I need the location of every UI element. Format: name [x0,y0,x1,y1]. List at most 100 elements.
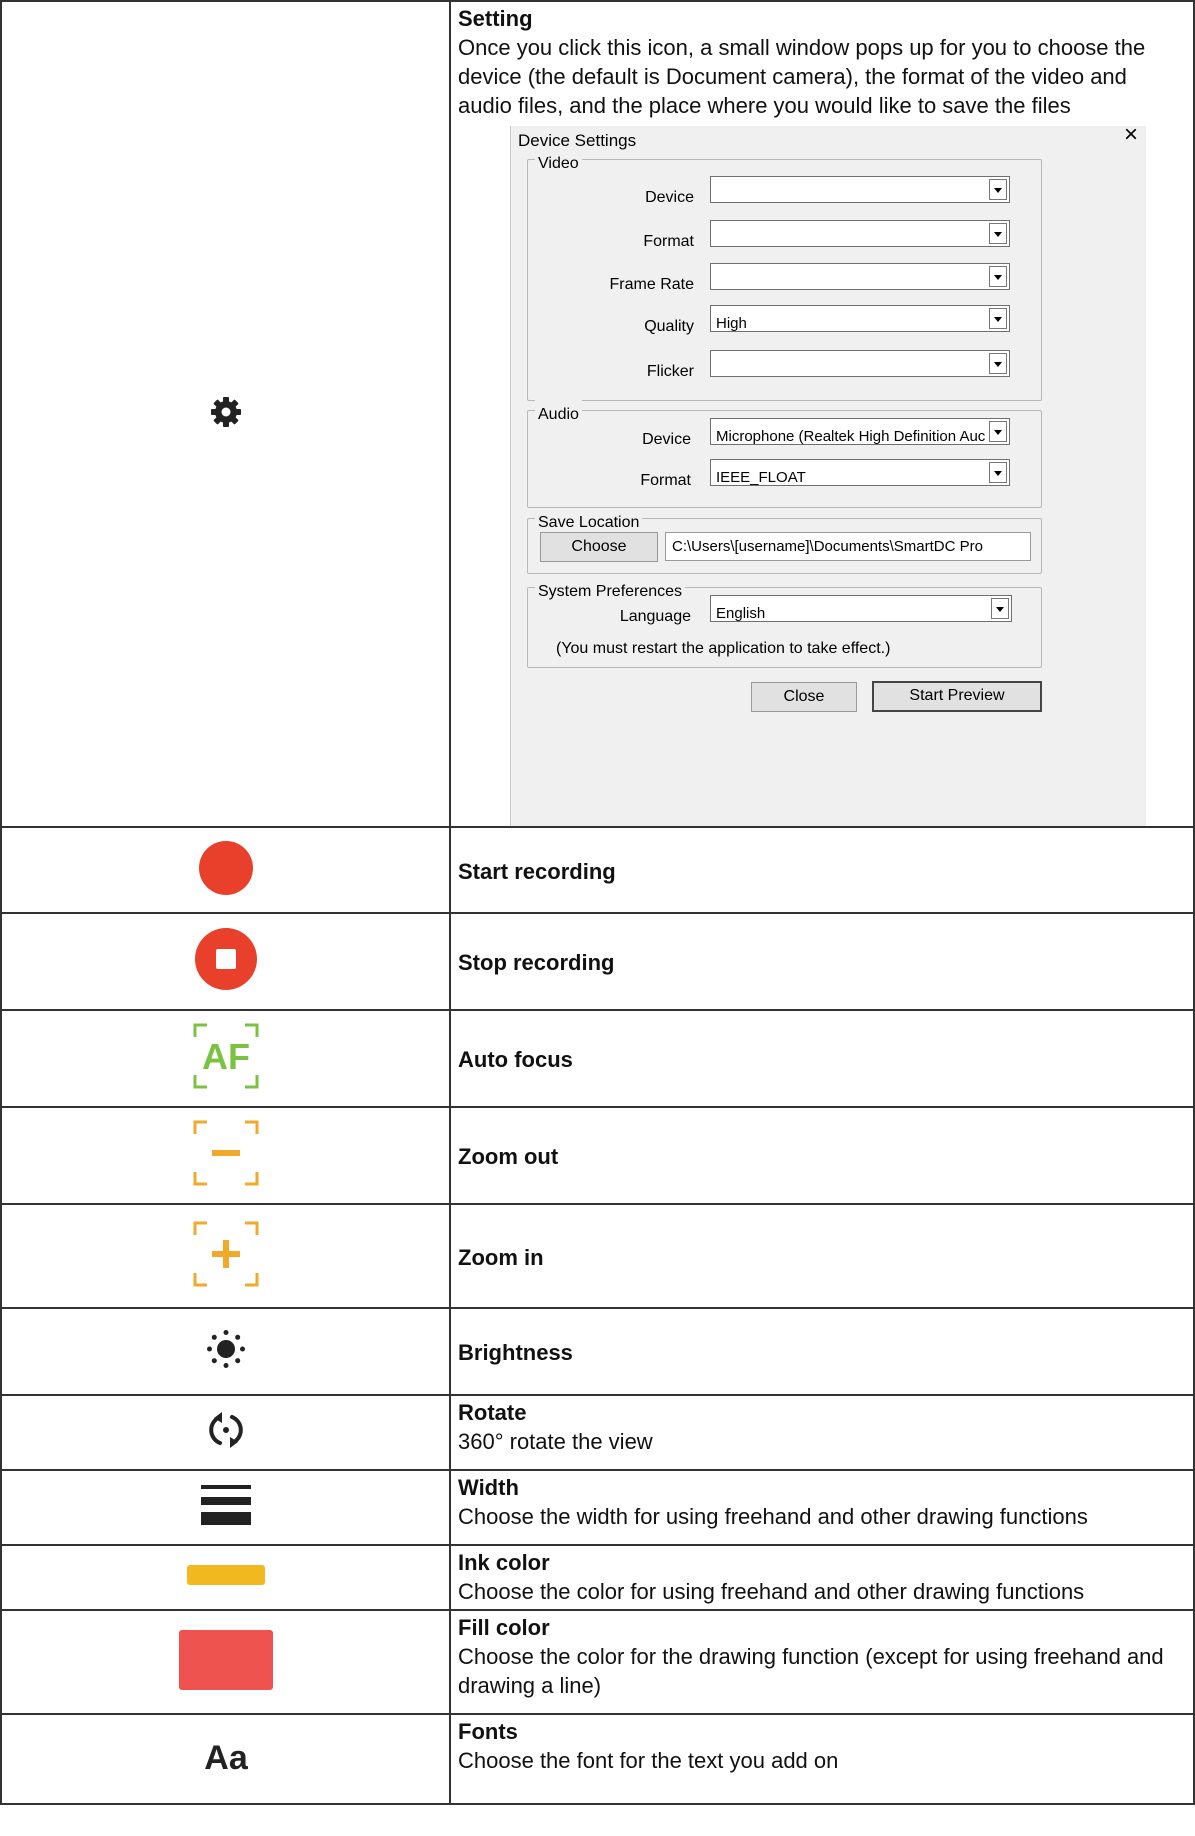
rotate-icon [206,1412,246,1453]
row-title: Setting [458,6,533,31]
svg-text:AF: AF [202,1036,250,1077]
start-preview-button[interactable]: Start Preview [872,681,1042,712]
text-cell: Fonts Choose the font for the text you a… [449,1713,1195,1805]
chevron-down-icon [989,308,1007,329]
icon-cell [0,1307,451,1396]
table-row: Zoom in [0,1203,1195,1309]
icon-cell: Aa [0,1713,451,1805]
table-row: Brightness [0,1307,1195,1396]
row-title: Auto focus [458,1047,573,1072]
gear-icon [210,396,242,433]
row-title: Stop recording [458,950,615,975]
width-icon [200,1483,251,1532]
chevron-down-icon [991,598,1009,619]
row-title: Fonts [458,1719,518,1744]
row-title: Fill color [458,1615,550,1640]
restart-note: (You must restart the application to tak… [556,640,891,657]
record-icon [198,840,254,901]
table-row: Start recording [0,826,1195,914]
table-row: Rotate 360° rotate the view [0,1394,1195,1471]
quality-select[interactable]: High [710,305,1010,332]
row-description: Choose the width for using freehand and … [458,1504,1088,1529]
table-row: Zoom out [0,1106,1195,1205]
icon-cell [0,1394,451,1471]
row-title: Brightness [458,1340,573,1365]
text-cell: Rotate 360° rotate the view [449,1394,1195,1471]
flicker-label: Flicker [646,363,694,380]
row-title: Zoom out [458,1144,559,1169]
video-group-label: Video [535,149,582,178]
row-description: 360° rotate the view [458,1429,653,1454]
table-row: Setting Once you click this icon, a smal… [0,0,1195,828]
fill-color-icon [178,1629,273,1695]
text-cell: Auto focus [449,1009,1195,1108]
table-row: Width Choose the width for using freehan… [0,1469,1195,1546]
close-button[interactable]: Close [751,682,857,712]
row-title: Ink color [458,1550,550,1575]
save-path-field[interactable]: C:\Users\[username]\Documents\SmartDC Pr… [665,532,1031,561]
row-description: Once you click this icon, a small window… [458,35,1146,118]
choose-button[interactable]: Choose [540,532,658,562]
feature-table: Setting Once you click this icon, a smal… [0,0,1195,1805]
icon-cell: AF [0,1009,451,1108]
row-title: Zoom in [458,1244,544,1270]
row-title: Width [458,1475,519,1500]
stop-icon [194,927,258,996]
chevron-down-icon [989,421,1007,442]
icon-cell [0,826,451,914]
text-cell: Brightness [449,1307,1195,1396]
frame-rate-select[interactable] [710,263,1010,290]
text-cell: Start recording [449,826,1195,914]
text-cell: Width Choose the width for using freehan… [449,1469,1195,1546]
audio-device-select[interactable]: Microphone (Realtek High Definition Auc [710,418,1010,445]
auto-focus-icon: AF [193,1023,259,1094]
quality-label: Quality [644,318,694,335]
table-row: Stop recording [0,912,1195,1011]
row-description: Choose the color for using freehand and … [458,1579,1085,1604]
zoom-out-icon [193,1120,259,1191]
icon-cell [0,1544,451,1611]
device-settings-dialog: Device Settings × Video Device Format Fr… [510,122,1146,826]
icon-cell [0,0,451,828]
audio-format-label: Format [640,472,691,489]
icon-cell [0,1469,451,1546]
chevron-down-icon [989,353,1007,374]
text-cell: Stop recording [449,912,1195,1011]
frame-rate-label: Frame Rate [609,276,694,293]
chevron-down-icon [989,223,1007,244]
text-cell: Zoom in [449,1203,1195,1309]
audio-device-label: Device [642,431,691,448]
language-label: Language [619,608,691,625]
table-row: Aa Fonts Choose the font for the text yo… [0,1713,1195,1805]
svg-text:Aa: Aa [204,1739,249,1777]
chevron-down-icon [989,179,1007,200]
chevron-down-icon [989,462,1007,483]
language-select[interactable]: English [710,595,1012,622]
chevron-down-icon [989,266,1007,287]
zoom-in-icon [193,1221,259,1292]
audio-format-select[interactable]: IEEE_FLOAT [710,459,1010,486]
video-format-select[interactable] [710,220,1010,247]
close-icon[interactable]: × [1124,122,1138,148]
table-row: AF Auto focus [0,1009,1195,1108]
row-title: Start recording [458,858,616,884]
icon-cell [0,1106,451,1205]
icon-cell [0,912,451,1011]
text-cell: Zoom out [449,1106,1195,1205]
row-title: Rotate [458,1400,527,1425]
video-device-select[interactable] [710,176,1010,203]
brightness-icon [206,1329,246,1374]
ink-color-icon [186,1565,265,1590]
table-row: Ink color Choose the color for using fre… [0,1544,1195,1611]
row-description: Choose the font for the text you add on [458,1748,839,1773]
video-format-label: Format [643,233,694,250]
fonts-icon: Aa [198,1737,254,1782]
row-description: Choose the color for the drawing functio… [458,1644,1164,1698]
table-row: Fill color Choose the color for the draw… [0,1609,1195,1715]
flicker-select[interactable] [710,350,1010,377]
text-cell: Fill color Choose the color for the draw… [449,1609,1195,1715]
icon-cell [0,1203,451,1309]
icon-cell [0,1609,451,1715]
text-cell: Setting Once you click this icon, a smal… [449,0,1195,828]
text-cell: Ink color Choose the color for using fre… [449,1544,1195,1611]
